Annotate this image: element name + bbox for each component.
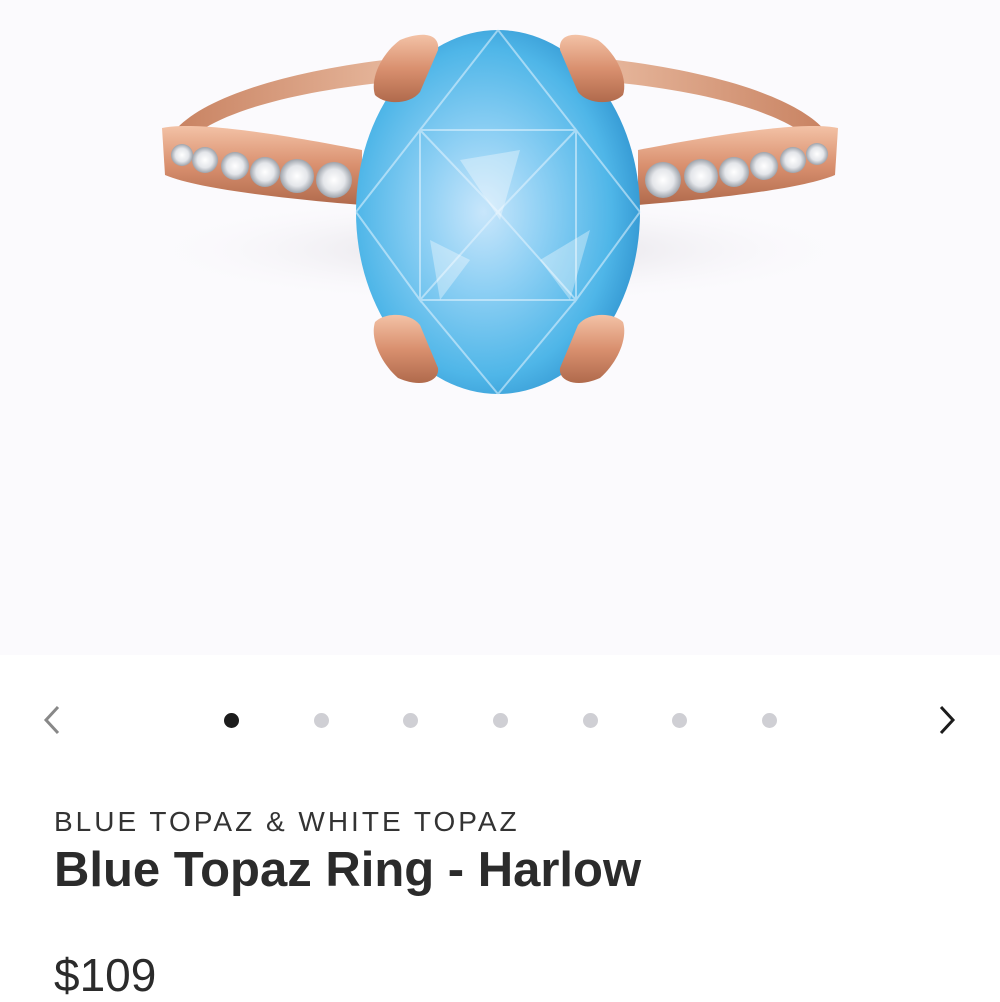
image-carousel [0,690,1000,750]
product-price: $109 [54,949,157,1001]
carousel-dots [0,690,1000,750]
carousel-dot-2[interactable] [314,713,329,728]
carousel-dot-7[interactable] [762,713,777,728]
product-gemstones-label: BLUE TOPAZ & WHITE TOPAZ [54,806,520,837]
carousel-dot-5[interactable] [583,713,598,728]
carousel-next-button[interactable] [929,702,965,738]
product-title: Blue Topaz Ring - Harlow [54,843,642,897]
carousel-dot-3[interactable] [403,713,418,728]
product-image[interactable] [0,0,1000,655]
chevron-right-icon [939,705,956,735]
carousel-dot-1[interactable] [224,713,239,728]
carousel-dot-4[interactable] [493,713,508,728]
ring-image [140,28,860,396]
carousel-dot-6[interactable] [672,713,687,728]
